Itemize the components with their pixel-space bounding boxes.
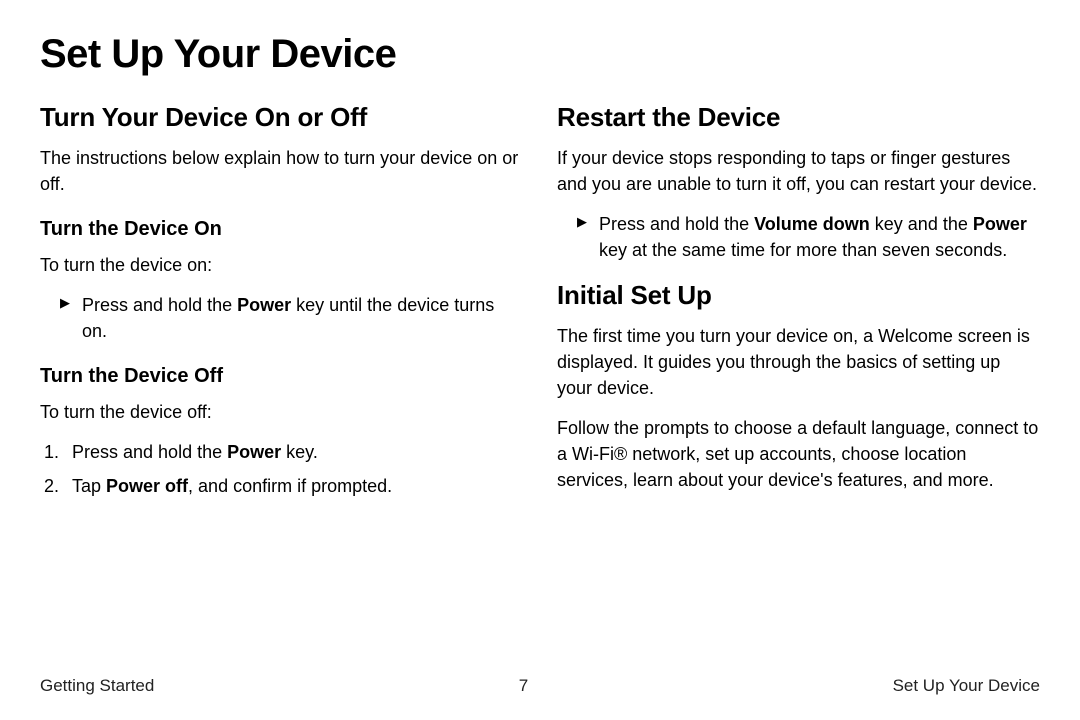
paragraph-turn-on-lead: To turn the device on: bbox=[40, 252, 523, 278]
content-columns: Turn Your Device On or Off The instructi… bbox=[40, 99, 1040, 662]
step-bold: Power bbox=[973, 214, 1027, 234]
step-text: Press and hold the bbox=[82, 295, 237, 315]
restart-steps: Press and hold the Volume down key and t… bbox=[557, 211, 1040, 263]
list-item: Press and hold the Volume down key and t… bbox=[581, 211, 1040, 263]
list-item: Press and hold the Power key. bbox=[64, 439, 523, 465]
step-text: , and confirm if prompted. bbox=[188, 476, 392, 496]
step-text: key and the bbox=[870, 214, 973, 234]
subheading-turn-off: Turn the Device Off bbox=[40, 362, 523, 391]
turn-on-steps: Press and hold the Power key until the d… bbox=[40, 292, 523, 344]
step-text: key at the same time for more than seven… bbox=[599, 240, 1007, 260]
step-bold: Volume down bbox=[754, 214, 870, 234]
list-item: Press and hold the Power key until the d… bbox=[64, 292, 523, 344]
step-text: key. bbox=[281, 442, 318, 462]
paragraph-restart-intro: If your device stops responding to taps … bbox=[557, 145, 1040, 197]
page-title: Set Up Your Device bbox=[40, 32, 1040, 77]
step-text: Tap bbox=[72, 476, 106, 496]
heading-initial-setup: Initial Set Up bbox=[557, 277, 1040, 315]
footer-left: Getting Started bbox=[40, 676, 154, 696]
footer-page-number: 7 bbox=[519, 676, 528, 696]
subheading-turn-on: Turn the Device On bbox=[40, 215, 523, 244]
paragraph-initial-2: Follow the prompts to choose a default l… bbox=[557, 415, 1040, 493]
paragraph-turn-off-lead: To turn the device off: bbox=[40, 399, 523, 425]
footer-right: Set Up Your Device bbox=[893, 676, 1040, 696]
paragraph-initial-1: The first time you turn your device on, … bbox=[557, 323, 1040, 401]
step-bold: Power bbox=[237, 295, 291, 315]
heading-turn-on-off: Turn Your Device On or Off bbox=[40, 99, 523, 137]
list-item: Tap Power off, and confirm if prompted. bbox=[64, 473, 523, 499]
manual-page: Set Up Your Device Turn Your Device On o… bbox=[0, 0, 1080, 720]
turn-off-steps: Press and hold the Power key. Tap Power … bbox=[40, 439, 523, 499]
step-bold: Power bbox=[227, 442, 281, 462]
page-footer: Getting Started 7 Set Up Your Device bbox=[40, 662, 1040, 696]
step-text: Press and hold the bbox=[72, 442, 227, 462]
step-bold: Power off bbox=[106, 476, 188, 496]
heading-restart: Restart the Device bbox=[557, 99, 1040, 137]
step-text: Press and hold the bbox=[599, 214, 754, 234]
paragraph-intro: The instructions below explain how to tu… bbox=[40, 145, 523, 197]
